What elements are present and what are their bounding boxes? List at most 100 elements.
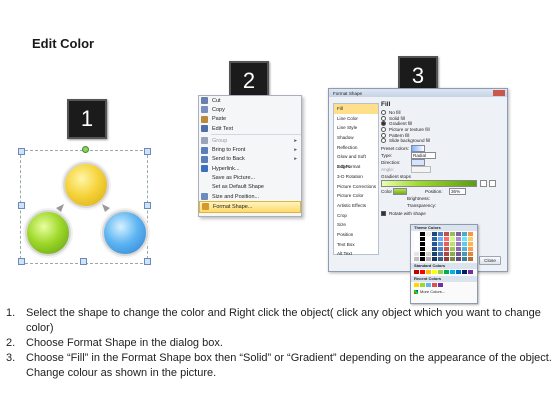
color-swatch[interactable] [432, 242, 437, 246]
color-swatch[interactable] [456, 232, 461, 236]
direction-dropdown[interactable] [411, 158, 425, 166]
color-swatch[interactable] [414, 252, 419, 256]
category-3d-rotation[interactable]: 3-D Rotation [334, 172, 378, 182]
color-swatch[interactable] [438, 252, 443, 256]
preset-colors-dropdown[interactable] [411, 144, 425, 152]
category-picture-corrections[interactable]: Picture Corrections [334, 182, 378, 192]
color-swatch[interactable] [468, 247, 473, 251]
color-swatch[interactable] [414, 237, 419, 241]
category-text-box[interactable]: Text Box [334, 240, 378, 250]
color-swatch[interactable] [414, 283, 419, 287]
category-reflection[interactable]: Reflection [334, 143, 378, 153]
color-swatch[interactable] [462, 242, 467, 246]
color-swatch[interactable] [426, 257, 431, 261]
menu-item-paste[interactable]: Paste [199, 115, 301, 124]
menu-item-set-default-shape[interactable]: Set as Default Shape [199, 183, 301, 192]
color-swatch[interactable] [450, 232, 455, 236]
color-swatch[interactable] [438, 237, 443, 241]
color-swatch[interactable] [444, 252, 449, 256]
color-swatch[interactable] [456, 270, 461, 274]
color-swatch[interactable] [444, 242, 449, 246]
color-swatch[interactable] [456, 237, 461, 241]
color-swatch[interactable] [420, 247, 425, 251]
category-fill[interactable]: Fill [334, 104, 378, 114]
color-swatch[interactable] [462, 257, 467, 261]
color-swatch[interactable] [414, 242, 419, 246]
color-swatch[interactable] [468, 252, 473, 256]
color-swatch[interactable] [432, 252, 437, 256]
color-swatch[interactable] [426, 232, 431, 236]
color-swatch[interactable] [432, 257, 437, 261]
color-swatch[interactable] [450, 242, 455, 246]
color-swatch[interactable] [414, 257, 419, 261]
category-crop[interactable]: Crop [334, 211, 378, 221]
category-position[interactable]: Position [334, 230, 378, 240]
menu-item-hyperlink[interactable]: Hyperlink... [199, 164, 301, 173]
color-swatch[interactable] [468, 242, 473, 246]
color-swatch[interactable] [438, 232, 443, 236]
color-swatch[interactable] [432, 237, 437, 241]
color-swatch[interactable] [432, 232, 437, 236]
color-swatch[interactable] [420, 232, 425, 236]
category-line-style[interactable]: Line Style [334, 123, 378, 133]
category-line-color[interactable]: Line Color [334, 114, 378, 124]
angle-field[interactable] [411, 165, 431, 173]
color-swatch[interactable] [450, 247, 455, 251]
remove-stop-icon[interactable] [489, 180, 496, 188]
close-button[interactable]: Close [479, 256, 501, 265]
category-artistic-effects[interactable]: Artistic Effects [334, 201, 378, 211]
color-swatch[interactable] [426, 247, 431, 251]
menu-item-send-to-back[interactable]: Send to Back ▸ [199, 155, 301, 164]
color-swatch[interactable] [438, 242, 443, 246]
menu-item-edit-text[interactable]: Edit Text [199, 124, 301, 133]
category-size[interactable]: Size [334, 220, 378, 230]
color-swatch[interactable] [414, 232, 419, 236]
color-swatch[interactable] [420, 237, 425, 241]
category-picture-color[interactable]: Picture Color [334, 191, 378, 201]
menu-item-save-as-picture[interactable]: Save as Picture... [199, 173, 301, 182]
color-swatch[interactable] [456, 252, 461, 256]
color-swatch[interactable] [450, 257, 455, 261]
color-swatch[interactable] [438, 283, 443, 287]
color-swatch[interactable] [426, 283, 431, 287]
color-swatch[interactable] [420, 252, 425, 256]
color-swatch[interactable] [420, 270, 425, 274]
color-swatch[interactable] [444, 237, 449, 241]
color-swatch[interactable] [444, 232, 449, 236]
color-swatch[interactable] [426, 252, 431, 256]
radio-slide-background-fill[interactable]: Slide background fill [381, 138, 503, 144]
category-shadow[interactable]: Shadow [334, 133, 378, 143]
color-swatch[interactable] [426, 242, 431, 246]
add-stop-icon[interactable] [480, 180, 487, 188]
color-swatch[interactable] [414, 247, 419, 251]
color-swatch[interactable] [420, 242, 425, 246]
color-swatch[interactable] [456, 247, 461, 251]
category-3d-format[interactable]: 3-D Format [334, 162, 378, 172]
color-swatch[interactable] [420, 283, 425, 287]
menu-item-size-position[interactable]: Size and Position... [199, 192, 301, 201]
color-swatch[interactable] [426, 270, 431, 274]
color-swatch[interactable] [438, 257, 443, 261]
rotate-checkbox[interactable] [381, 210, 386, 216]
color-swatch[interactable] [432, 270, 437, 274]
color-swatch[interactable] [444, 270, 449, 274]
color-swatch[interactable] [420, 257, 425, 261]
color-swatch[interactable] [444, 257, 449, 261]
color-picker-button[interactable] [393, 188, 407, 196]
color-swatch[interactable] [414, 270, 419, 274]
position-field[interactable]: 36% [449, 188, 466, 196]
color-swatch[interactable] [444, 247, 449, 251]
color-swatch[interactable] [456, 242, 461, 246]
color-swatch[interactable] [432, 283, 437, 287]
color-swatch[interactable] [468, 232, 473, 236]
color-swatch[interactable] [426, 237, 431, 241]
color-swatch[interactable] [462, 270, 467, 274]
menu-item-copy[interactable]: Copy [199, 105, 301, 114]
color-swatch[interactable] [450, 252, 455, 256]
color-swatch[interactable] [450, 237, 455, 241]
color-swatch[interactable] [462, 237, 467, 241]
gradient-stops-bar[interactable] [381, 180, 477, 188]
category-glow[interactable]: Glow and Soft Edges [334, 152, 378, 169]
type-dropdown[interactable]: Radial [411, 151, 436, 159]
menu-item-format-shape[interactable]: Format Shape... [199, 201, 301, 213]
